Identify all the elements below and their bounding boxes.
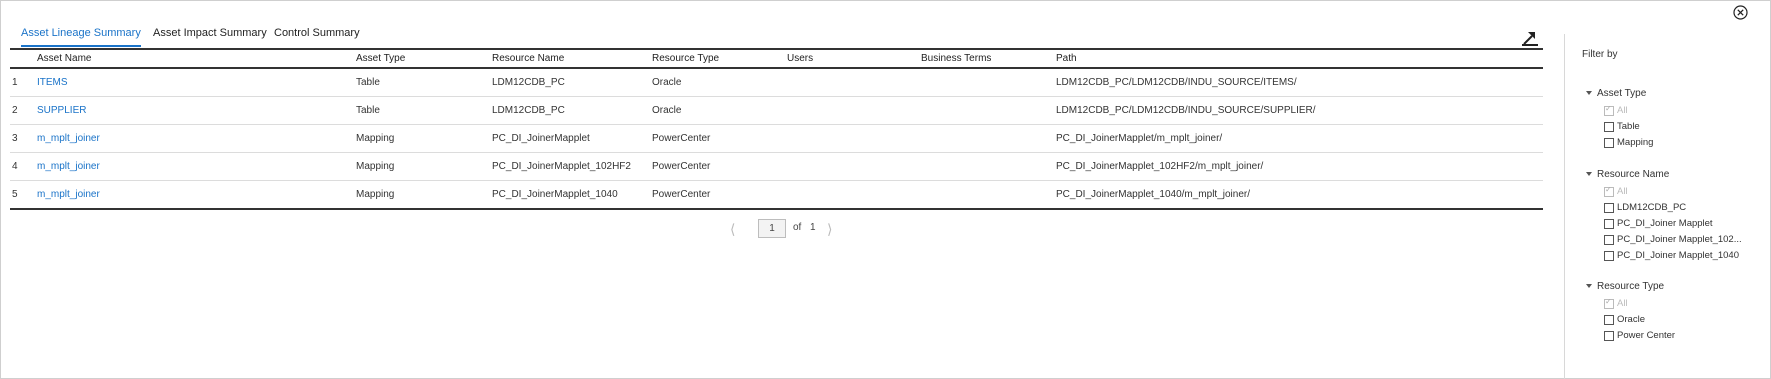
page-total: 1: [810, 222, 816, 233]
cell-path: LDM12CDB_PC/LDM12CDB/INDU_SOURCE/SUPPLIE…: [1056, 105, 1316, 116]
filter-option-label: PC_DI_Joiner Mapplet: [1617, 218, 1713, 229]
cell-resource-name: LDM12CDB_PC: [492, 77, 565, 88]
filter-option-label: All: [1617, 298, 1628, 309]
filter-group-toggle[interactable]: Asset Type: [1586, 88, 1646, 99]
cell-resource-type: Oracle: [652, 105, 682, 116]
cell-asset-type: Mapping: [356, 189, 395, 200]
checkbox[interactable]: [1604, 219, 1614, 229]
checkbox[interactable]: [1604, 138, 1614, 148]
table-row[interactable]: 4 m_mplt_joiner Mapping PC_DI_JoinerMapplet…: [10, 153, 1543, 181]
cell-num: 1: [12, 77, 18, 88]
column-header-path[interactable]: Path: [1056, 53, 1077, 64]
cell-resource-type: PowerCenter: [652, 133, 711, 144]
prev-page-icon[interactable]: ⟨: [730, 221, 735, 238]
filter-option-label: Power Center: [1617, 330, 1676, 341]
filter-title: Filter by: [1582, 49, 1618, 60]
tab-control-summary[interactable]: Control Summary: [274, 27, 360, 39]
filter-option-label: Oracle: [1617, 314, 1645, 325]
checkbox[interactable]: [1604, 104, 1614, 116]
column-header-resource-name[interactable]: Resource Name: [492, 53, 564, 64]
cell-resource-type: PowerCenter: [652, 161, 711, 172]
filter-option-label: All: [1617, 186, 1628, 197]
filter-group-title: Asset Type: [1597, 88, 1647, 99]
column-header-users[interactable]: Users: [787, 53, 813, 64]
caret-down-icon: [1586, 172, 1592, 177]
cell-asset-name[interactable]: ITEMS: [37, 77, 68, 88]
next-page-icon[interactable]: ⟩: [827, 221, 832, 238]
cell-num: 5: [12, 189, 18, 200]
caret-down-icon: [1586, 284, 1592, 289]
column-header-resource-type[interactable]: Resource Type: [652, 53, 719, 64]
cell-num: 4: [12, 161, 18, 172]
caret-down-icon: [1586, 91, 1592, 96]
cell-path: PC_DI_JoinerMapplet_102HF2/m_mplt_joiner…: [1056, 161, 1264, 172]
cell-asset-name[interactable]: m_mplt_joiner: [37, 189, 100, 200]
checkbox[interactable]: [1604, 331, 1614, 341]
cell-resource-name: PC_DI_JoinerMapplet_102HF2: [492, 161, 631, 172]
cell-resource-type: Oracle: [652, 77, 682, 88]
cell-num: 2: [12, 105, 18, 116]
cell-asset-type: Table: [356, 105, 380, 116]
filter-option-label: PC_DI_Joiner Mapplet_102...: [1617, 234, 1742, 245]
table-row[interactable]: 3 m_mplt_joiner Mapping PC_DI_JoinerMapplet…: [10, 125, 1543, 153]
cell-resource-name: PC_DI_JoinerMapplet: [492, 133, 590, 144]
cell-asset-type: Mapping: [356, 133, 395, 144]
filter-option-label: Table: [1617, 121, 1640, 132]
filter-group-toggle[interactable]: Resource Name: [1586, 169, 1669, 180]
filter-option-label: PC_DI_Joiner Mapplet_1040: [1617, 250, 1739, 261]
page-number-input[interactable]: 1: [758, 219, 786, 238]
export-icon[interactable]: [1520, 29, 1540, 47]
cell-resource-name: PC_DI_JoinerMapplet_1040: [492, 189, 618, 200]
panel-divider: [1564, 34, 1565, 379]
cell-resource-type: PowerCenter: [652, 189, 711, 200]
table-header: Asset Name Asset Type Resource Name Reso…: [10, 50, 1543, 69]
filter-group-title: Resource Name: [1597, 169, 1670, 180]
filter-group-title: Resource Type: [1597, 281, 1665, 292]
cell-num: 3: [12, 133, 18, 144]
checkbox[interactable]: [1604, 235, 1614, 245]
table-body: 1 ITEMS Table LDM12CDB_PC Oracle LDM12CDB_PC/…: [10, 69, 1543, 208]
filter-option-label: All: [1617, 105, 1628, 116]
column-header-business-terms[interactable]: Business Terms: [921, 53, 991, 64]
cell-asset-name[interactable]: SUPPLIER: [37, 105, 86, 116]
cell-path: PC_DI_JoinerMapplet_1040/m_mplt_joiner/: [1056, 189, 1250, 200]
column-header-asset-type[interactable]: Asset Type: [356, 53, 405, 64]
cell-resource-name: LDM12CDB_PC: [492, 105, 565, 116]
filter-group-toggle[interactable]: Resource Type: [1586, 281, 1664, 292]
checkbox[interactable]: [1604, 315, 1614, 325]
cell-asset-name[interactable]: m_mplt_joiner: [37, 161, 100, 172]
checkbox[interactable]: [1604, 297, 1614, 309]
cell-path: PC_DI_JoinerMapplet/m_mplt_joiner/: [1056, 133, 1223, 144]
main-panel: Asset Lineage Summary Asset Impact Summa…: [10, 0, 1545, 379]
tab-asset-lineage-summary[interactable]: Asset Lineage Summary: [21, 27, 141, 47]
page-of-label: of: [793, 222, 802, 233]
asset-table: Asset Name Asset Type Resource Name Reso…: [10, 48, 1543, 210]
table-row[interactable]: 5 m_mplt_joiner Mapping PC_DI_JoinerMapplet…: [10, 181, 1543, 208]
cell-asset-type: Mapping: [356, 161, 395, 172]
tab-asset-impact-summary[interactable]: Asset Impact Summary: [153, 27, 267, 39]
cell-asset-name[interactable]: m_mplt_joiner: [37, 133, 100, 144]
cell-path: LDM12CDB_PC/LDM12CDB/INDU_SOURCE/ITEMS/: [1056, 77, 1297, 88]
filter-option-label: Mapping: [1617, 137, 1654, 148]
checkbox[interactable]: [1604, 251, 1614, 261]
table-row[interactable]: 2 SUPPLIER Table LDM12CDB_PC Oracle LDM12CDB_…: [10, 97, 1543, 125]
table-row[interactable]: 1 ITEMS Table LDM12CDB_PC Oracle LDM12CDB_PC/…: [10, 69, 1543, 97]
filter-panel: Filter by Asset Type All Table Mapping Resou…: [1580, 0, 1770, 379]
checkbox[interactable]: [1604, 122, 1614, 132]
cell-asset-type: Table: [356, 77, 380, 88]
checkbox[interactable]: [1604, 203, 1614, 213]
filter-option-label: LDM12CDB_PC: [1617, 202, 1687, 213]
column-header-asset-name[interactable]: Asset Name: [37, 53, 91, 64]
checkbox[interactable]: [1604, 185, 1614, 197]
